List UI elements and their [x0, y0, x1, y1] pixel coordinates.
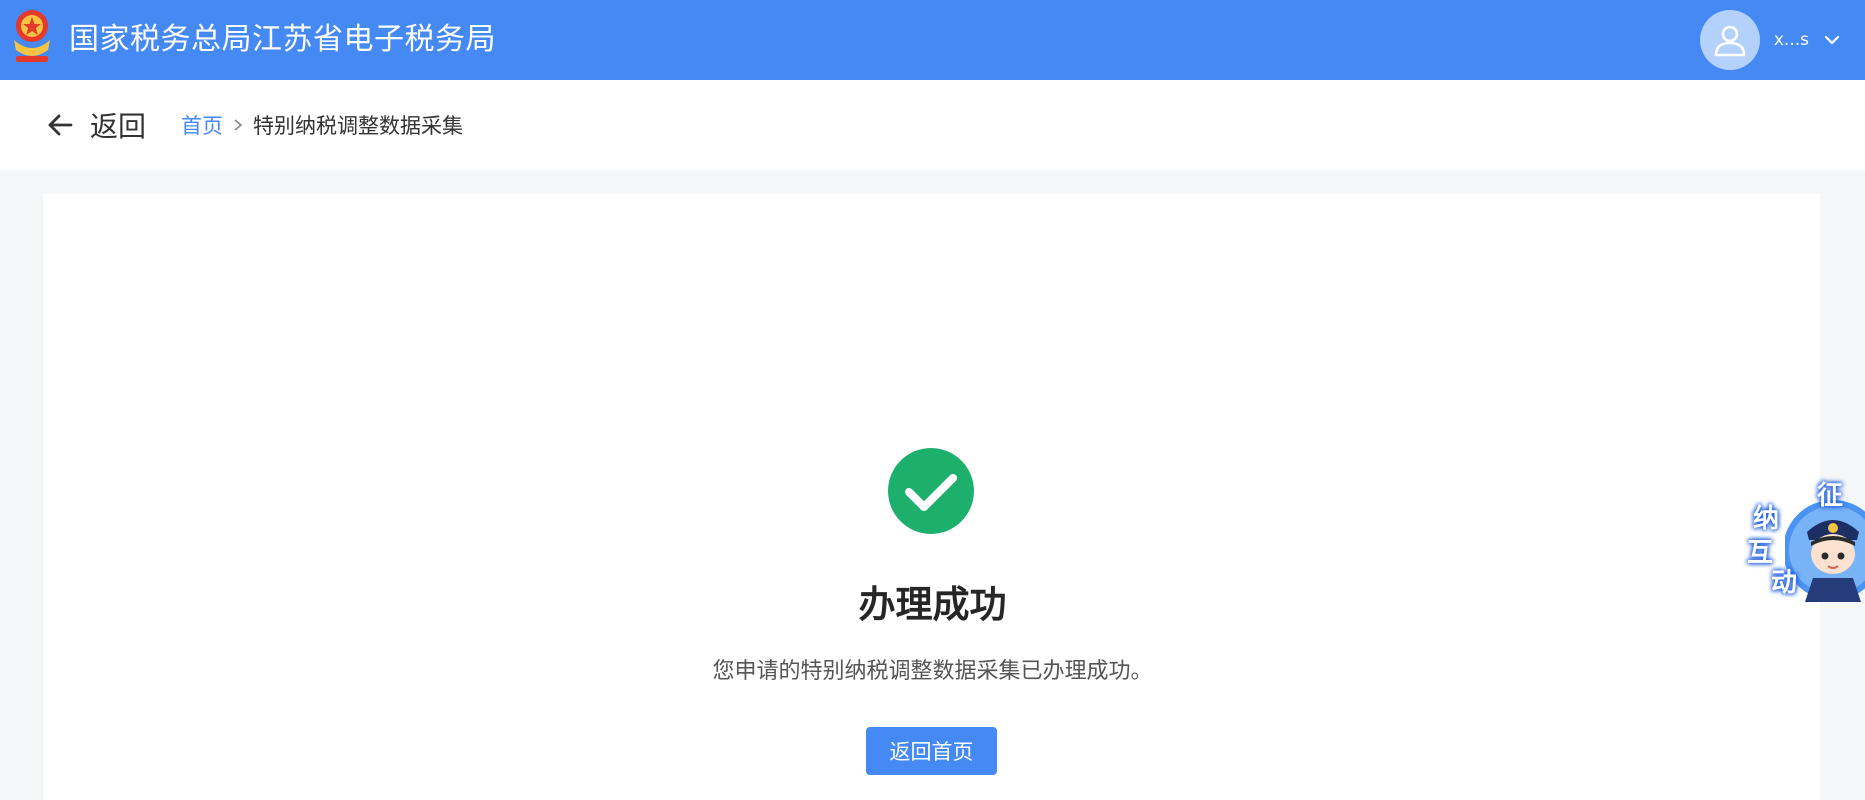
assistant-char: 征	[1817, 481, 1844, 511]
breadcrumb-current: 特别纳税调整数据采集	[253, 114, 463, 138]
assistant-char: 互	[1747, 538, 1774, 568]
breadcrumb-bar: 返回 首页 特别纳税调整数据采集	[0, 80, 1865, 170]
site-title: 国家税务总局江苏省电子税务局	[69, 22, 496, 57]
back-label: 返回	[90, 110, 147, 143]
tax-emblem-icon	[14, 10, 50, 62]
result-title: 办理成功	[858, 583, 1007, 626]
top-header: 国家税务总局江苏省电子税务局 x...s	[0, 0, 1865, 80]
user-menu[interactable]: x...s	[1699, 10, 1841, 70]
return-home-button[interactable]: 返回首页	[866, 727, 997, 775]
tax-assistant-widget[interactable]: 征 纳 互 动	[1735, 470, 1865, 605]
result-description: 您申请的特别纳税调整数据采集已办理成功。	[712, 659, 1153, 684]
user-avatar-icon	[1699, 10, 1760, 70]
breadcrumb-home-link[interactable]: 首页	[181, 110, 223, 140]
chevron-down-icon[interactable]	[1823, 31, 1841, 49]
chevron-right-icon	[234, 119, 243, 131]
back-button[interactable]: 返回	[46, 102, 146, 148]
breadcrumb: 首页 特别纳税调整数据采集	[181, 110, 463, 140]
assistant-char: 纳	[1753, 504, 1780, 534]
assistant-char: 动	[1771, 568, 1798, 598]
arrow-left-icon	[48, 114, 73, 136]
check-circle-icon	[888, 448, 974, 534]
user-name: x...s	[1773, 30, 1809, 50]
